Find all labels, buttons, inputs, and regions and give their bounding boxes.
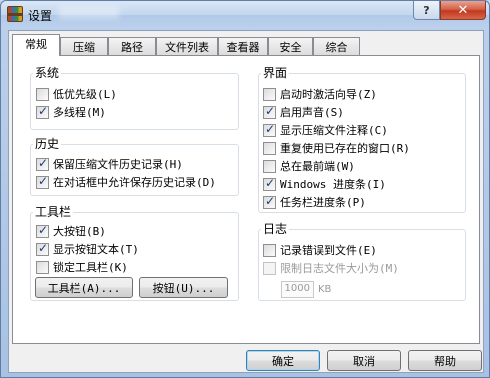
tab-general[interactable]: 常规 <box>12 34 60 56</box>
taskbar-progress-checkbox[interactable]: 任务栏进度条(P) <box>263 194 366 209</box>
low-priority-checkbox[interactable]: 低优先级(L) <box>36 87 117 101</box>
tab-viewer[interactable]: 查看器 <box>218 37 268 55</box>
toolbar-group: 工具栏 大按钮(B) 显示按钮文本(T) 锁定工具栏(K) 工具栏(A)... … <box>30 205 239 301</box>
title-bar[interactable]: 设置 ? ✕ <box>1 1 489 29</box>
wizard-on-start-checkbox[interactable]: 启动时激活向导(Z) <box>263 87 377 101</box>
show-button-text-checkbox[interactable]: 显示按钮文本(T) <box>36 241 139 256</box>
checkbox-box <box>263 87 276 101</box>
checkbox-box <box>263 243 276 257</box>
checkbox-box-checked <box>36 156 49 171</box>
multithread-checkbox[interactable]: 多线程(M) <box>36 104 106 119</box>
dialog-client: 常规 压缩 路径 文件列表 查看器 安全 综合 系统 低优先级(L) 多线程(M… <box>8 30 484 373</box>
history-group: 历史 保留压缩文件历史记录(H) 在对话框中允许保存历史记录(D) <box>30 137 239 196</box>
lock-toolbar-checkbox[interactable]: 锁定工具栏(K) <box>36 260 128 274</box>
question-icon: ? <box>423 3 430 17</box>
close-title-button[interactable]: ✕ <box>440 1 486 20</box>
windows-progress-checkbox[interactable]: Windows 进度条(I) <box>263 176 386 191</box>
log-errors-checkbox[interactable]: 记录错误到文件(E) <box>263 243 377 257</box>
checkbox-box <box>263 141 276 155</box>
always-on-top-checkbox[interactable]: 总在最前端(W) <box>263 159 355 173</box>
checkbox-box-checked <box>36 174 49 189</box>
settings-window: 设置 ? ✕ 常规 压缩 路径 文件列表 查看器 安全 综合 系统 低优先级(L… <box>0 0 490 378</box>
history-group-title: 历史 <box>33 137 62 151</box>
checkbox-box <box>263 159 276 173</box>
show-archive-comment-checkbox[interactable]: 显示压缩文件注释(C) <box>263 122 388 137</box>
checkbox-box <box>36 260 49 274</box>
ok-button[interactable]: 确定 <box>246 350 320 371</box>
interface-group-title: 界面 <box>261 66 290 80</box>
log-size-input[interactable]: 1000 <box>281 281 314 298</box>
tab-paths[interactable]: 路径 <box>108 37 156 55</box>
checkbox-box-checked <box>36 104 49 119</box>
window-title: 设置 <box>28 9 53 23</box>
buttons-settings-button[interactable]: 按钮(U)... <box>139 277 228 298</box>
log-size-unit: KB <box>318 284 332 295</box>
checkbox-box-checked <box>263 104 276 119</box>
close-icon: ✕ <box>457 2 469 18</box>
help-title-button[interactable]: ? <box>413 1 440 20</box>
system-group-title: 系统 <box>33 66 62 80</box>
allow-dialog-history-checkbox[interactable]: 在对话框中允许保存历史记录(D) <box>36 174 216 189</box>
interface-group: 界面 启动时激活向导(Z) 启用声音(S) 显示压缩文件注释(C) 重复使用已存… <box>258 66 466 213</box>
tab-file-list[interactable]: 文件列表 <box>156 37 218 55</box>
reuse-window-checkbox[interactable]: 重复使用已存在的窗口(R) <box>263 141 410 155</box>
cancel-button[interactable]: 取消 <box>327 350 401 371</box>
toolbar-settings-button[interactable]: 工具栏(A)... <box>35 277 133 298</box>
log-group: 日志 记录错误到文件(E) 限制日志文件大小为(M) 1000 KB <box>258 222 466 301</box>
limit-log-size-checkbox[interactable]: 限制日志文件大小为(M) <box>263 261 399 275</box>
checkbox-box-checked <box>36 241 49 256</box>
title-ghost-path <box>59 6 119 19</box>
general-panel: 系统 低优先级(L) 多线程(M) 历史 保留压缩文件历史记录(H) 在对话框中… <box>12 55 480 344</box>
large-buttons-checkbox[interactable]: 大按钮(B) <box>36 223 106 238</box>
checkbox-box-checked <box>263 194 276 209</box>
log-group-title: 日志 <box>261 222 290 236</box>
help-button[interactable]: 帮助 <box>408 350 482 371</box>
tab-compression[interactable]: 压缩 <box>60 37 108 55</box>
tab-misc[interactable]: 综合 <box>313 37 360 55</box>
keep-archive-history-checkbox[interactable]: 保留压缩文件历史记录(H) <box>36 156 183 171</box>
enable-sound-checkbox[interactable]: 启用声音(S) <box>263 104 344 119</box>
checkbox-box <box>36 87 49 101</box>
system-group: 系统 低优先级(L) 多线程(M) <box>30 66 239 130</box>
checkbox-box-disabled <box>263 261 276 275</box>
checkbox-box-checked <box>263 176 276 191</box>
toolbar-group-title: 工具栏 <box>33 205 74 219</box>
checkbox-box-checked <box>36 223 49 238</box>
checkbox-box-checked <box>263 122 276 137</box>
tab-security[interactable]: 安全 <box>268 37 313 55</box>
winrar-app-icon <box>7 6 23 22</box>
